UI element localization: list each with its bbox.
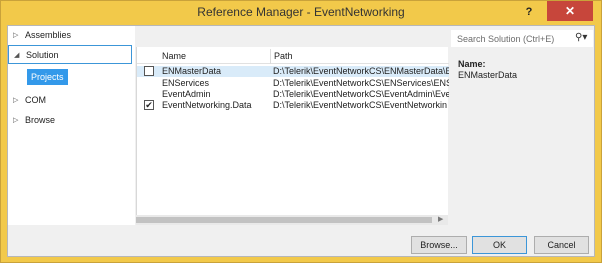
- project-list: Name Path ENMasterData D:\Telerik\EventN…: [136, 47, 449, 225]
- nav-item-label: Browse: [25, 115, 56, 125]
- help-button[interactable]: ?: [518, 3, 540, 21]
- scroll-right-arrow-icon[interactable]: ▶: [438, 215, 443, 223]
- collapse-arrow-icon[interactable]: ◢: [14, 46, 19, 65]
- window-title: Reference Manager - EventNetworking: [197, 5, 405, 19]
- close-button[interactable]: ✕: [547, 1, 593, 21]
- category-nav: ▷ Assemblies ◢ Solution Projects ▷ COM ▷…: [8, 26, 135, 225]
- list-row[interactable]: ENServices D:\Telerik\EventNetworkCS\ENS…: [137, 78, 449, 89]
- list-row[interactable]: ✔ EventNetworking.Data D:\Telerik\EventN…: [137, 100, 449, 111]
- expand-arrow-icon[interactable]: ▷: [13, 26, 18, 45]
- expand-arrow-icon[interactable]: ▷: [13, 111, 18, 130]
- detail-name-value: ENMasterData: [458, 70, 518, 80]
- nav-item-label: COM: [25, 95, 46, 105]
- project-name: ENMasterData: [162, 66, 222, 76]
- nav-item-projects[interactable]: Projects: [27, 69, 68, 85]
- list-row[interactable]: EventAdmin D:\Telerik\EventNetworkCS\Eve…: [137, 89, 449, 100]
- project-path: D:\Telerik\EventNetworkCS\EventNetworkin: [273, 100, 448, 110]
- include-checkbox[interactable]: [144, 66, 154, 76]
- search-input[interactable]: [451, 30, 575, 47]
- detail-pane: Name: ENMasterData: [451, 47, 593, 225]
- cancel-button[interactable]: Cancel: [534, 236, 589, 254]
- nav-item-label: Assemblies: [25, 30, 72, 40]
- list-row[interactable]: ENMasterData D:\Telerik\EventNetworkCS\E…: [137, 66, 449, 77]
- browse-button[interactable]: Browse...: [411, 236, 467, 254]
- scrollbar-thumb[interactable]: [136, 217, 432, 223]
- title-bar[interactable]: Reference Manager - EventNetworking ? ✕: [1, 1, 601, 25]
- dialog-body: ▷ Assemblies ◢ Solution Projects ▷ COM ▷…: [7, 25, 595, 257]
- nav-item-label: Solution: [26, 50, 59, 60]
- column-divider[interactable]: [270, 49, 271, 64]
- nav-item-solution[interactable]: ◢ Solution: [8, 45, 132, 64]
- search-box: ⚲▾: [451, 30, 593, 47]
- project-path: D:\Telerik\EventNetworkCS\ENServices\ENS…: [273, 78, 449, 88]
- column-header-name[interactable]: Name: [162, 51, 186, 61]
- project-name: EventAdmin: [162, 89, 211, 99]
- list-header: Name Path: [137, 49, 449, 64]
- column-header-path[interactable]: Path: [274, 51, 293, 61]
- ok-button[interactable]: OK: [472, 236, 527, 254]
- search-icon[interactable]: ⚲▾: [575, 32, 587, 43]
- project-path: D:\Telerik\EventNetworkCS\EventAdmin\Eve: [273, 89, 449, 99]
- expand-arrow-icon[interactable]: ▷: [13, 91, 18, 110]
- project-name: EventNetworking.Data: [162, 100, 252, 110]
- include-checkbox[interactable]: ✔: [144, 100, 154, 110]
- project-path: D:\Telerik\EventNetworkCS\ENMasterData\E…: [273, 66, 449, 76]
- project-name: ENServices: [162, 78, 210, 88]
- detail-name-label: Name:: [458, 59, 486, 69]
- horizontal-scrollbar[interactable]: ▶: [136, 215, 448, 225]
- reference-manager-window: Reference Manager - EventNetworking ? ✕ …: [0, 0, 602, 263]
